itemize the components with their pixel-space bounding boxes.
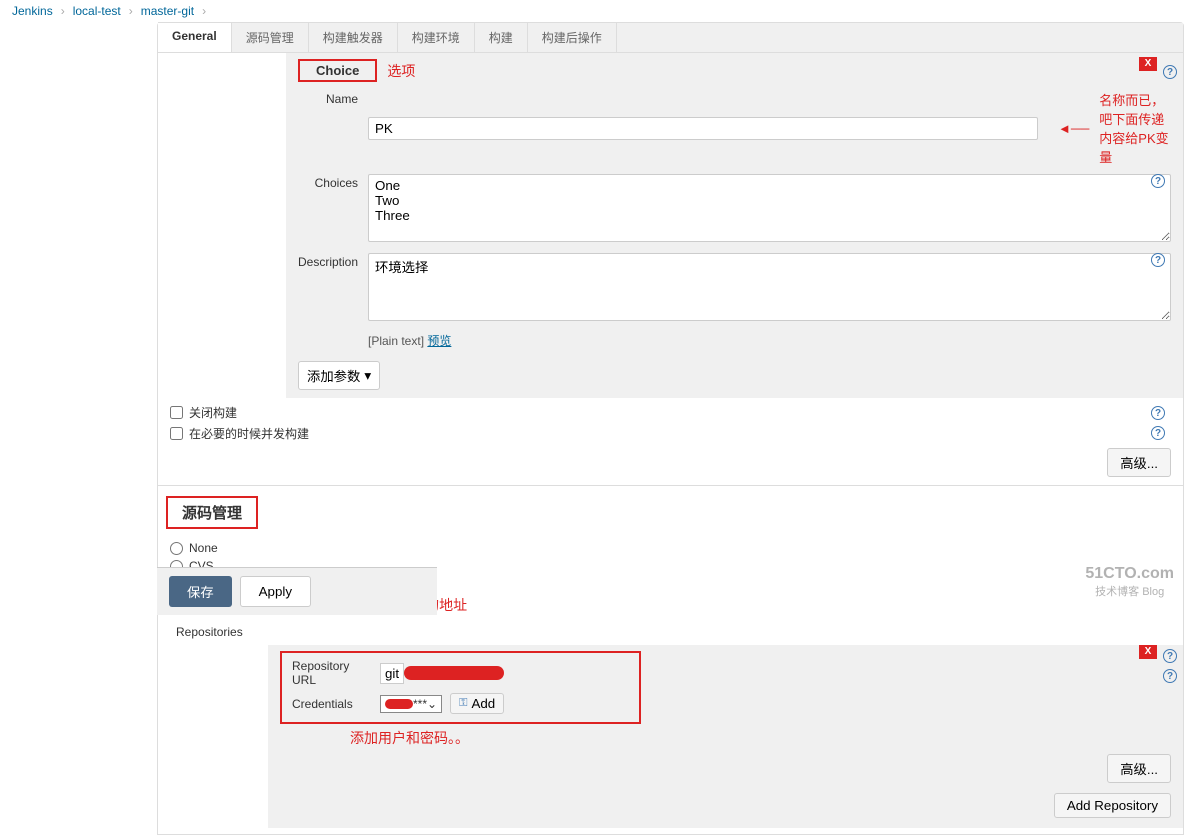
key-icon: ⚿ <box>459 697 467 710</box>
name-input[interactable] <box>368 117 1038 140</box>
scm-none-label: None <box>189 541 218 555</box>
close-button[interactable]: X <box>1139 57 1157 71</box>
credentials-select[interactable]: *** ⌄ <box>380 695 442 713</box>
chevron-right-icon: › <box>61 4 65 18</box>
plain-text-note: [Plain text] 预览 <box>368 332 1171 349</box>
choices-label: Choices <box>298 174 358 245</box>
choice-parameter-block: X ? Choice 选项 Name ◄──名称而已，吧下面传递内容给PK变量 … <box>286 53 1183 398</box>
tab-env[interactable]: 构建环境 <box>398 23 475 52</box>
preview-link[interactable]: 预览 <box>427 334 451 348</box>
redacted-content <box>404 666 504 680</box>
concurrent-build-checkbox[interactable] <box>170 427 183 440</box>
choice-title: Choice <box>298 59 377 82</box>
close-build-checkbox[interactable] <box>170 406 183 419</box>
scm-none-radio[interactable] <box>170 542 183 555</box>
description-label: Description <box>298 253 358 324</box>
breadcrumb-link[interactable]: local-test <box>73 4 121 18</box>
save-button[interactable]: 保存 <box>169 576 232 607</box>
git-repository-block: X ? ? Repository URL Credentials *** ⌄ <box>268 645 1183 828</box>
config-tabs: General 源码管理 构建触发器 构建环境 构建 构建后操作 <box>158 23 1183 53</box>
help-icon[interactable]: ? <box>1151 406 1165 420</box>
annotation-text: 添加用户和密码。。 <box>350 728 1171 748</box>
advanced-button[interactable]: 高级... <box>1107 448 1171 477</box>
tab-postbuild[interactable]: 构建后操作 <box>528 23 617 52</box>
add-credentials-button[interactable]: ⚿Add <box>450 693 504 714</box>
help-icon[interactable]: ? <box>1151 253 1165 267</box>
close-build-label: 关闭构建 <box>189 404 237 421</box>
button-bar: 保存 Apply <box>157 567 437 615</box>
apply-button[interactable]: Apply <box>240 576 311 607</box>
add-parameter-button[interactable]: 添加参数 ▾ <box>298 361 380 390</box>
credentials-label: Credentials <box>292 697 372 711</box>
repo-url-input[interactable] <box>380 663 404 684</box>
breadcrumb: Jenkins › local-test › master-git › <box>0 0 1184 22</box>
tab-build[interactable]: 构建 <box>475 23 528 52</box>
repositories-label: Repositories <box>176 619 1183 645</box>
tab-general[interactable]: General <box>158 22 232 52</box>
choices-textarea[interactable]: One Two Three <box>368 174 1171 242</box>
tab-triggers[interactable]: 构建触发器 <box>309 23 398 52</box>
chevron-right-icon: › <box>129 4 133 18</box>
add-repository-button[interactable]: Add Repository <box>1054 793 1171 818</box>
close-button[interactable]: X <box>1139 645 1157 659</box>
redacted-content <box>385 699 413 709</box>
tab-scm[interactable]: 源码管理 <box>232 23 309 52</box>
chevron-right-icon: › <box>202 4 206 18</box>
help-icon[interactable]: ? <box>1151 174 1165 188</box>
help-icon[interactable]: ? <box>1163 669 1177 683</box>
chevron-down-icon: ⌄ <box>427 697 437 711</box>
scm-section-title: 源码管理 <box>166 496 258 529</box>
help-icon[interactable]: ? <box>1163 65 1177 79</box>
advanced-button[interactable]: 高级... <box>1107 754 1171 783</box>
chevron-down-icon: ▾ <box>364 368 371 384</box>
help-icon[interactable]: ? <box>1163 649 1177 663</box>
watermark: 51CTO.com 技术博客 Blog <box>1085 565 1174 599</box>
name-label: Name <box>298 90 358 166</box>
breadcrumb-link[interactable]: Jenkins <box>12 4 53 18</box>
description-textarea[interactable]: 环境选择 <box>368 253 1171 321</box>
annotation-text: 选项 <box>387 61 415 81</box>
breadcrumb-link[interactable]: master-git <box>141 4 194 18</box>
concurrent-build-label: 在必要的时候并发构建 <box>189 425 309 442</box>
annotation-text: ◄──名称而已，吧下面传递内容给PK变量 <box>1058 90 1171 166</box>
help-icon[interactable]: ? <box>1151 426 1165 440</box>
repo-url-label: Repository URL <box>292 659 372 687</box>
